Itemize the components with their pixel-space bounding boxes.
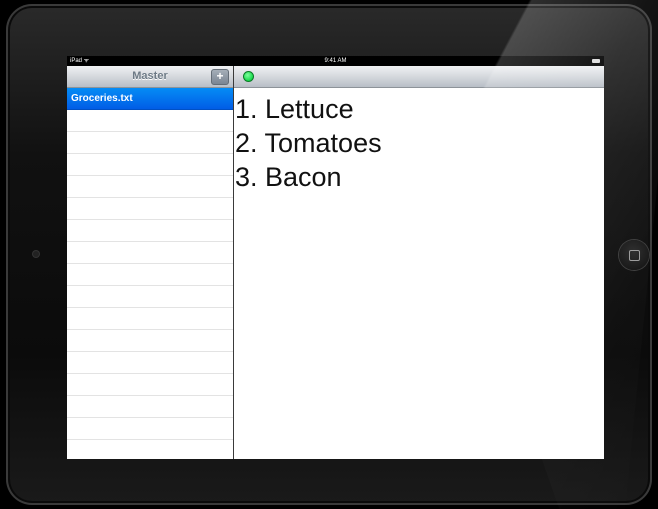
list-item[interactable] — [67, 220, 233, 242]
clock-label: 9:41 AM — [324, 58, 347, 64]
detail-toolbar — [234, 66, 604, 88]
master-pane: Master + Groceries.txt — [67, 66, 234, 459]
list-item[interactable] — [67, 374, 233, 396]
list-item[interactable] — [67, 198, 233, 220]
list-item[interactable] — [67, 418, 233, 440]
document-content[interactable]: 1. Lettuce 2. Tomatoes 3. Bacon — [235, 92, 382, 194]
list-item[interactable]: Groceries.txt — [67, 88, 233, 110]
file-list: Groceries.txt — [67, 88, 233, 459]
list-item[interactable] — [67, 264, 233, 286]
home-button[interactable] — [619, 240, 649, 270]
list-item[interactable] — [67, 308, 233, 330]
list-item[interactable] — [67, 352, 233, 374]
document-line: 3. Bacon — [235, 162, 342, 192]
list-item[interactable] — [67, 154, 233, 176]
status-indicator-icon — [243, 71, 254, 82]
list-item[interactable] — [67, 286, 233, 308]
detail-pane: 1. Lettuce 2. Tomatoes 3. Bacon — [234, 66, 604, 459]
list-item[interactable] — [67, 176, 233, 198]
document-line: 1. Lettuce — [235, 94, 354, 124]
screen: iPad ᯤ 9:41 AM Master + Groceries.txt 1.… — [67, 56, 604, 459]
ipad-device: iPad ᯤ 9:41 AM Master + Groceries.txt 1.… — [0, 0, 658, 509]
list-item[interactable] — [67, 242, 233, 264]
list-item[interactable] — [67, 396, 233, 418]
add-button[interactable]: + — [211, 69, 229, 85]
list-item[interactable] — [67, 110, 233, 132]
list-item[interactable] — [67, 330, 233, 352]
status-bar: iPad ᯤ 9:41 AM — [67, 56, 604, 66]
master-title: Master — [132, 70, 168, 82]
document-line: 2. Tomatoes — [235, 128, 382, 158]
list-item[interactable] — [67, 440, 233, 459]
home-square-icon — [629, 250, 640, 261]
battery-icon — [592, 59, 600, 63]
camera-icon — [33, 251, 39, 257]
list-item[interactable] — [67, 132, 233, 154]
master-navigation-bar: Master + — [67, 66, 233, 88]
